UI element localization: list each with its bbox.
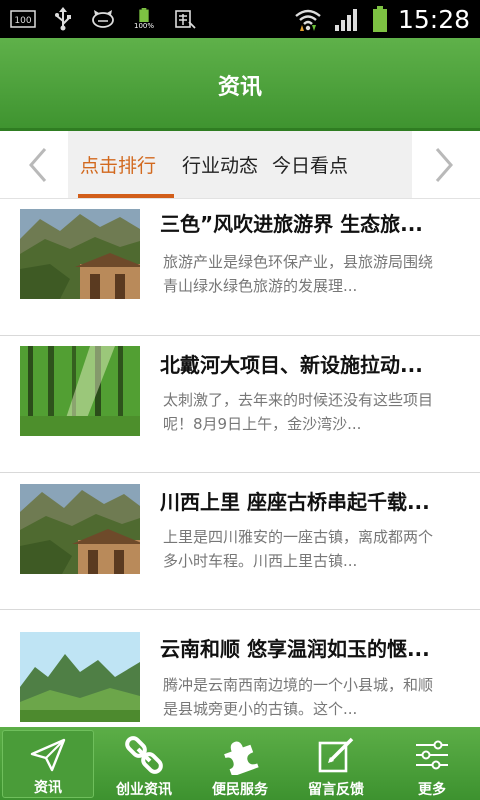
usb-icon [50, 7, 76, 31]
tab-label: 行业动态 [182, 155, 259, 177]
category-tabs: 点击排行 行业动态 今日看点 [0, 131, 480, 199]
summary-line: 多小时车程。川西上里古镇... [163, 552, 358, 570]
nav-label: 资讯 [34, 780, 62, 796]
battery-icon [370, 6, 390, 32]
battery-percent-label: 100% [133, 22, 154, 30]
article-summary: 旅游产业是绿色环保产业，县旅游局围绕 青山绿水绿色旅游的发展理... [163, 250, 471, 298]
chevron-left-icon [29, 148, 47, 182]
list-item[interactable]: 北戴河大项目、新设施拉动... 太刺激了，去年来的时候还没有这些项目 呢！8月9… [0, 336, 480, 473]
article-list: 三色”风吹进旅游界 生态旅... 旅游产业是绿色环保产业，县旅游局围绕 青山绿水… [0, 199, 480, 747]
tab-industry-news[interactable]: 行业动态 [172, 131, 272, 198]
summary-line: 呢！8月9日上午，金沙湾沙... [163, 415, 362, 433]
edit-note-icon [316, 733, 356, 777]
title-bar: 资讯 [0, 38, 480, 131]
summary-line: 旅游产业是绿色环保产业，县旅游局围绕 [163, 253, 434, 271]
article-thumbnail [20, 632, 140, 722]
nav-label: 更多 [418, 782, 446, 798]
article-thumbnail [20, 346, 140, 436]
summary-line: 太刺激了，去年来的时候还没有这些项目 [163, 391, 434, 409]
summary-line: 腾冲是云南西南边境的一个小县城，和顺 [163, 676, 434, 694]
nav-feedback[interactable]: 留言反馈 [288, 727, 384, 800]
article-title: 云南和顺 悠享温润如玉的惬... [160, 637, 430, 661]
tabs-prev-button[interactable] [8, 139, 68, 191]
article-summary: 太刺激了，去年来的时候还没有这些项目 呢！8月9日上午，金沙湾沙... [163, 388, 471, 436]
summary-line: 是县城旁更小的古镇。这个... [163, 700, 358, 718]
summary-line: 青山绿水绿色旅游的发展理... [163, 277, 358, 295]
notification-100-icon: 100 [10, 8, 36, 30]
nav-label: 便民服务 [212, 782, 268, 798]
list-item[interactable]: 三色”风吹进旅游界 生态旅... 旅游产业是绿色环保产业，县旅游局围绕 青山绿水… [0, 199, 480, 336]
paper-plane-icon [30, 735, 66, 775]
tab-label: 点击排行 [80, 155, 157, 177]
keyboard-icon [172, 8, 198, 30]
tab-today-highlights[interactable]: 今日看点 [272, 131, 382, 198]
article-title: 三色”风吹进旅游界 生态旅... [160, 212, 423, 236]
chain-link-icon [124, 733, 164, 777]
page-title: 资讯 [217, 75, 262, 100]
bottom-navigation: 资讯 创业资讯 便民服务 留言反馈 更多 [0, 727, 480, 800]
nav-label: 创业资讯 [116, 782, 172, 798]
status-bar: 100 100% 15:28 [0, 0, 480, 38]
svg-text:100: 100 [14, 16, 31, 26]
battery-100-icon: 100% [130, 8, 158, 30]
cat-icon [90, 8, 116, 30]
article-thumbnail [20, 209, 140, 299]
article-title: 北戴河大项目、新设施拉动... [160, 353, 423, 377]
tab-label: 今日看点 [272, 155, 349, 177]
clock: 15:28 [397, 4, 470, 34]
summary-line: 上里是四川雅安的一座古镇，离成都两个 [163, 528, 434, 546]
puzzle-icon [220, 733, 260, 777]
tabs-next-button[interactable] [414, 139, 474, 191]
article-thumbnail [20, 484, 140, 574]
wifi-icon [292, 8, 324, 31]
tab-strip: 点击排行 行业动态 今日看点 [68, 131, 412, 198]
sliders-icon [412, 733, 452, 777]
nav-services[interactable]: 便民服务 [192, 727, 288, 800]
list-item[interactable]: 川西上里 座座古桥串起千载... 上里是四川雅安的一座古镇，离成都两个 多小时车… [0, 473, 480, 610]
nav-startup-news[interactable]: 创业资讯 [96, 727, 192, 800]
chevron-right-icon [435, 148, 453, 182]
nav-news[interactable]: 资讯 [2, 730, 94, 798]
tab-click-ranking[interactable]: 点击排行 [68, 131, 174, 198]
signal-icon [332, 8, 362, 31]
article-summary: 上里是四川雅安的一座古镇，离成都两个 多小时车程。川西上里古镇... [163, 525, 471, 573]
nav-more[interactable]: 更多 [384, 727, 480, 800]
article-title: 川西上里 座座古桥串起千载... [160, 490, 430, 514]
nav-label: 留言反馈 [308, 782, 364, 798]
article-summary: 腾冲是云南西南边境的一个小县城，和顺 是县城旁更小的古镇。这个... [163, 673, 471, 721]
